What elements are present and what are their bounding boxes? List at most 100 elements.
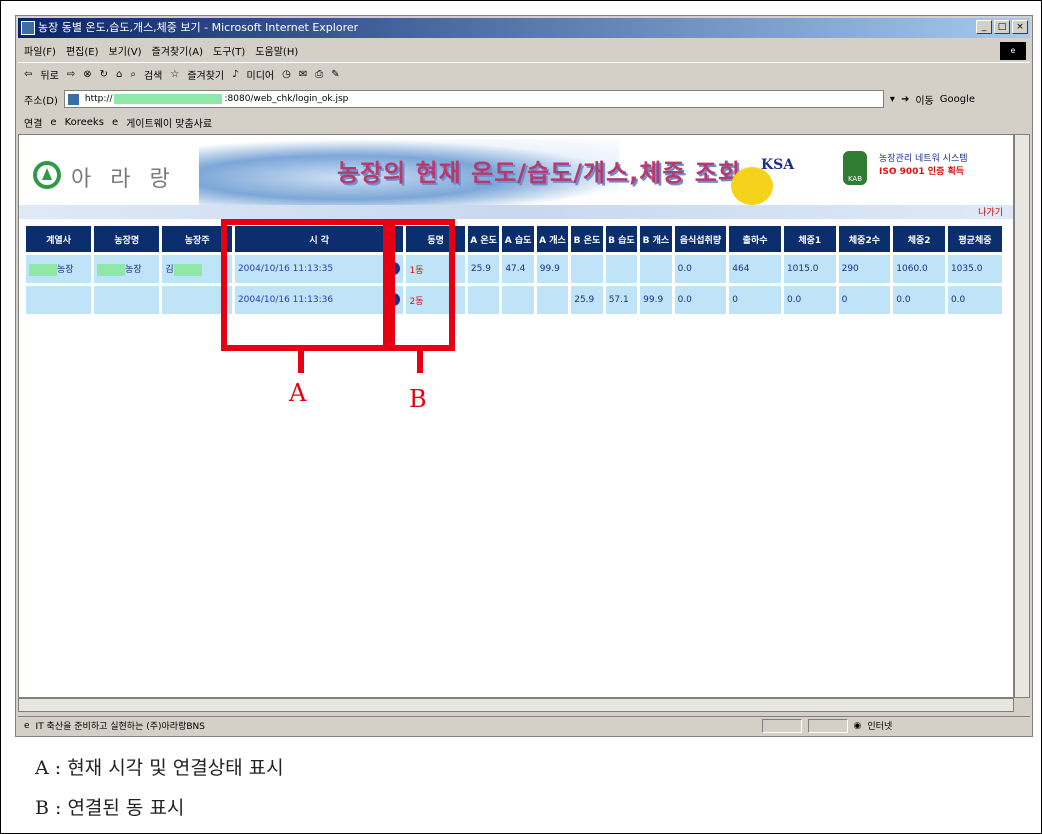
edit-icon[interactable]: ✎ [331, 69, 339, 80]
link-ie-icon: e [50, 116, 57, 128]
address-input[interactable]: http:// :8080/web_chk/login_ok.jsp [63, 90, 884, 108]
col-weight1: 체중1 [783, 226, 836, 252]
google-button[interactable]: Google [940, 94, 975, 105]
cell-b-humidity [605, 255, 638, 283]
stop-icon[interactable]: ⊗ [83, 69, 91, 80]
internet-zone-icon: ◉ [853, 720, 862, 731]
cell-farm [94, 286, 160, 314]
search-icon[interactable]: ⌕ [130, 69, 136, 80]
legend-b: B : 연결된 동 표시 [35, 797, 185, 819]
links-label: 연결 [24, 118, 43, 130]
url-prefix: http:// [84, 94, 113, 104]
favorites-star-icon[interactable]: ☆ [170, 69, 179, 80]
table-header-row: 계열사 농장명 농장주 시 각 동명 A 온도 A 습도 A 개스 B 온도 B… [26, 226, 1002, 252]
col-shipments: 출하수 [729, 226, 781, 252]
cell-farm: 농장 [94, 255, 160, 283]
cell-intake: 0.0 [674, 255, 727, 283]
cell-a-gas: 99.9 [536, 255, 569, 283]
mail-icon[interactable]: ✉ [299, 69, 307, 80]
table-row[interactable]: 농장 농장 김 2004/10/16 11:13:35 1동 25.9 47.4… [26, 255, 1002, 283]
table-row[interactable]: 2004/10/16 11:13:36 2동 25.9 57.1 99.9 0.… [26, 286, 1002, 314]
print-icon[interactable]: ⎙ [315, 69, 323, 80]
minimize-button[interactable]: _ [976, 20, 992, 34]
url-redacted [114, 93, 223, 104]
history-icon[interactable]: ◷ [282, 69, 291, 80]
farm-status-table: 계열사 농장명 농장주 시 각 동명 A 온도 A 습도 A 개스 B 온도 B… [23, 223, 1005, 317]
menu-edit[interactable]: 편집(E) [66, 43, 99, 58]
menu-file[interactable]: 파일(F) [24, 43, 56, 58]
cell-intake: 0.0 [674, 286, 727, 314]
menu-favorites[interactable]: 즐겨찾기(A) [152, 43, 203, 58]
links-bar: 연결 e Koreeks e 게이트웨이 맞춤사료 [18, 112, 1030, 132]
media-button[interactable]: 미디어 [247, 67, 275, 82]
highlight-box-a [221, 219, 389, 351]
highlight-box-b [389, 219, 455, 351]
address-dropdown-icon[interactable]: ▾ [890, 94, 895, 105]
refresh-icon[interactable]: ↻ [100, 69, 108, 80]
cell-avg-weight: 1035.0 [947, 255, 1002, 283]
cell-weight2: 0.0 [893, 286, 945, 314]
maximize-button[interactable]: □ [994, 20, 1010, 34]
link-gateway[interactable]: 게이트웨이 맞춤사료 [126, 115, 212, 130]
col-a-humidity: A 습도 [502, 226, 534, 252]
iso-certification-text: 농장관리 네트워 시스템 ISO 9001 인증 획득 [879, 153, 968, 179]
col-weight2: 체중2 [893, 226, 945, 252]
favorites-button[interactable]: 즐겨찾기 [187, 67, 224, 82]
cell-weight1: 1015.0 [783, 255, 836, 283]
col-a-temp: A 온도 [467, 226, 500, 252]
col-avg-weight: 평균체중 [947, 226, 1002, 252]
page-icon [67, 94, 79, 105]
close-button[interactable]: × [1012, 20, 1028, 34]
menu-bar: 파일(F) 편집(E) 보기(V) 즐겨찾기(A) 도구(T) 도움말(H) e [18, 40, 1030, 60]
link-ie-icon-2: e [111, 116, 119, 128]
owner-name: 김 [165, 265, 174, 276]
redacted-block [173, 263, 202, 276]
figure-frame: 농장 동별 온도,습도,개스,체중 보기 - Microsoft Interne… [0, 0, 1042, 834]
back-button[interactable]: 뒤로 [40, 67, 58, 82]
cell-weight2: 1060.0 [893, 255, 945, 283]
redacted-block [29, 263, 57, 276]
col-b-gas: B 개스 [640, 226, 672, 252]
iso-line-2: ISO 9001 인증 획득 [879, 167, 965, 177]
col-b-temp: B 온도 [571, 226, 603, 252]
search-button[interactable]: 검색 [144, 67, 162, 82]
back-arrow-icon[interactable]: ⇦ [24, 69, 32, 80]
go-button[interactable]: 이동 [915, 92, 933, 107]
cell-b-gas [640, 255, 672, 283]
highlight-a-pointer [298, 351, 304, 373]
title-bar: 농장 동별 온도,습도,개스,체중 보기 - Microsoft Interne… [18, 18, 1030, 38]
arirang-logo-icon [33, 161, 61, 189]
forward-arrow-icon[interactable]: ⇨ [67, 69, 75, 80]
col-a-gas: A 개스 [536, 226, 569, 252]
status-zone: 인터넷 [867, 722, 893, 732]
menu-tools[interactable]: 도구(T) [213, 43, 245, 58]
go-arrow-icon[interactable]: ➜ [901, 94, 909, 105]
cell-a-humidity [502, 286, 534, 314]
horizontal-scrollbar[interactable] [18, 698, 1014, 712]
redacted-block [97, 263, 126, 276]
link-koreeks[interactable]: Koreeks [65, 117, 104, 128]
cell-a-temp [467, 286, 500, 314]
cell-b-humidity: 57.1 [605, 286, 638, 314]
vertical-scrollbar[interactable] [1014, 134, 1030, 698]
site-banner: 아 라 랑 농장의 현재 온도/습도/개스,체중 조회 KSA KAB 농장관리… [19, 135, 1013, 221]
cell-b-gas: 99.9 [640, 286, 672, 314]
menu-view[interactable]: 보기(V) [109, 43, 142, 58]
cell-a-temp: 25.9 [467, 255, 500, 283]
kab-logo: KAB [843, 151, 867, 185]
highlight-b-pointer [417, 351, 423, 373]
menu-help[interactable]: 도움말(H) [255, 43, 298, 58]
address-bar: 주소(D) http://:8080/web_chk/login_ok.jsp … [18, 88, 1030, 110]
col-b-humidity: B 습도 [605, 226, 638, 252]
banner-title: 농장의 현재 온도/습도/개스,체중 조회 [337, 159, 741, 187]
windows-logo-icon: e [1000, 42, 1026, 60]
home-icon[interactable]: ⌂ [116, 69, 122, 80]
legend-a: A : 현재 시각 및 연결상태 표시 [35, 757, 284, 779]
cell-weight2-count: 0 [838, 286, 891, 314]
url-suffix: :8080/web_chk/login_ok.jsp [224, 94, 349, 104]
media-icon[interactable]: ♪ [232, 69, 238, 80]
toolbar: ⇦ 뒤로 ⇨ ⊗ ↻ ⌂ ⌕ 검색 ☆ 즐겨찾기 ♪ 미디어 ◷ ✉ ⎙ ✎ [18, 62, 1030, 86]
cell-affiliate: 농장 [26, 255, 92, 283]
window-title: 농장 동별 온도,습도,개스,체중 보기 - Microsoft Interne… [38, 21, 359, 34]
logout-link[interactable]: 나가기 [978, 205, 1003, 218]
